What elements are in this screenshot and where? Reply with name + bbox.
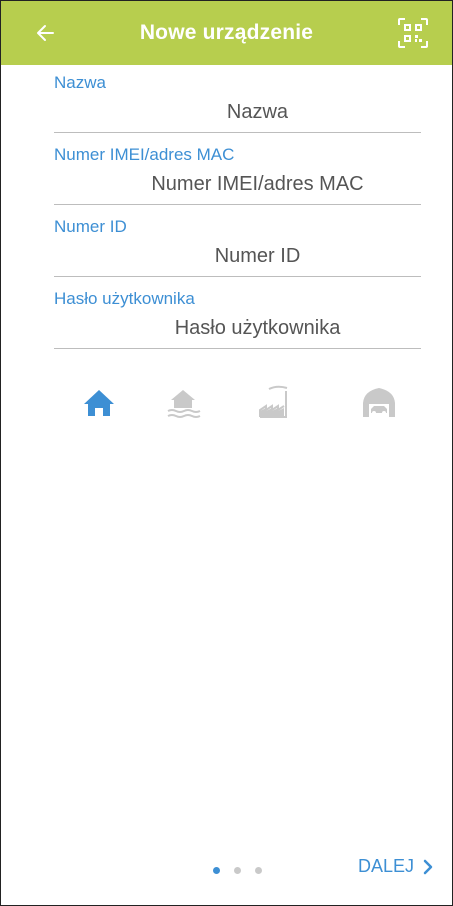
page-dot	[234, 867, 241, 874]
house-icon[interactable]	[79, 383, 119, 423]
imei-mac-field[interactable]: Numer IMEI/adres MAC Numer IMEI/adres MA…	[54, 145, 421, 205]
qr-code-icon[interactable]	[396, 16, 430, 50]
name-field[interactable]: Nazwa Nazwa	[54, 73, 421, 133]
chevron-right-icon	[423, 859, 433, 874]
user-password-label: Hasło użytkownika	[54, 289, 195, 308]
imei-mac-input[interactable]: Numer IMEI/adres MAC	[54, 172, 421, 196]
divider	[54, 204, 421, 205]
device-type-selector	[1, 383, 452, 423]
device-id-input[interactable]: Numer ID	[54, 244, 421, 268]
next-button[interactable]: DALEJ	[358, 856, 434, 877]
divider	[54, 276, 421, 277]
house-by-water-icon[interactable]	[163, 383, 203, 423]
divider	[54, 348, 421, 349]
arrow-left-icon[interactable]	[31, 18, 61, 48]
page-dot	[255, 867, 262, 874]
app-screen: Nowe urządzenie Nazwa Nazwa Numer IMEI/a…	[0, 0, 453, 906]
device-id-label: Numer ID	[54, 217, 127, 236]
user-password-field[interactable]: Hasło użytkownika Hasło użytkownika	[54, 289, 421, 349]
garage-icon[interactable]	[359, 383, 399, 423]
page-dot-active	[213, 867, 220, 874]
name-label: Nazwa	[54, 73, 106, 92]
factory-icon[interactable]	[257, 383, 297, 423]
user-password-input[interactable]: Hasło użytkownika	[54, 316, 421, 340]
device-id-field[interactable]: Numer ID Numer ID	[54, 217, 421, 277]
imei-mac-label: Numer IMEI/adres MAC	[54, 145, 235, 164]
page-title: Nowe urządzenie	[139, 21, 314, 44]
header-bar: Nowe urządzenie	[1, 1, 452, 65]
page-indicator	[213, 867, 269, 877]
name-input[interactable]: Nazwa	[54, 100, 421, 124]
next-label: DALEJ	[357, 856, 414, 876]
divider	[54, 132, 421, 133]
